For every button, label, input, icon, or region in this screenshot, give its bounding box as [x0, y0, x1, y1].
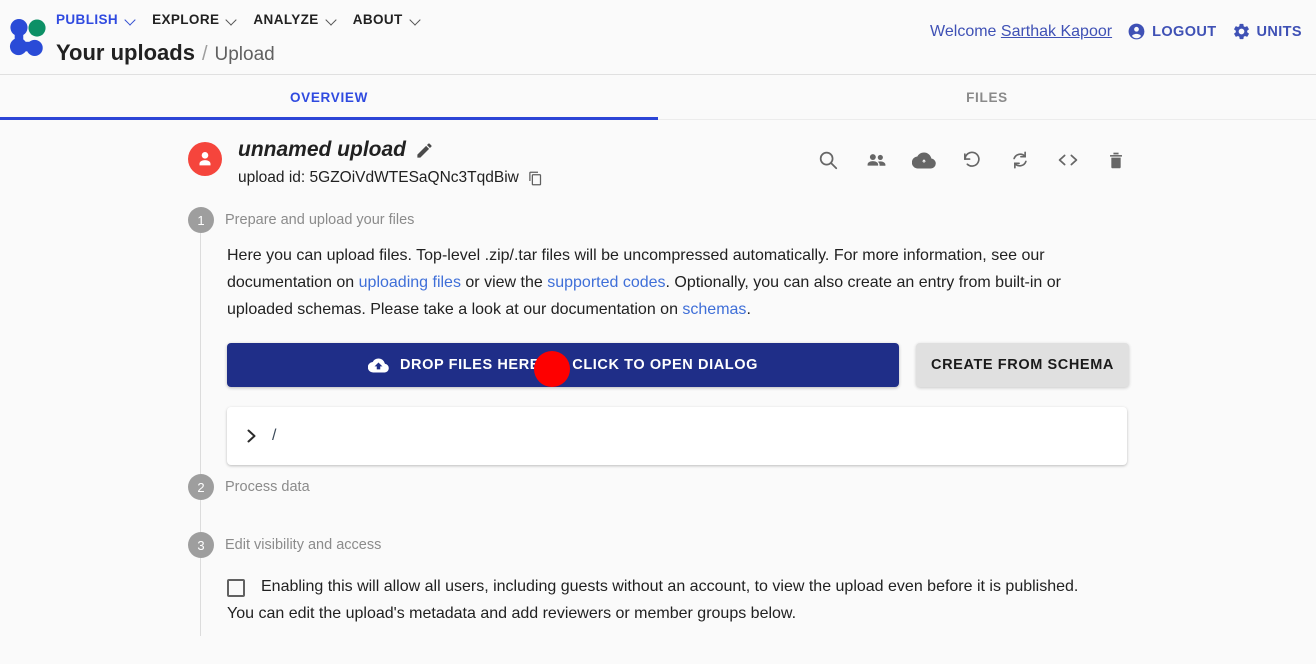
create-from-schema-button[interactable]: CREATE FROM SCHEMA	[916, 343, 1129, 387]
step-3-extra-text: You can edit the upload's metadata and a…	[227, 605, 797, 622]
step-2-label: Process data	[225, 479, 310, 495]
delete-icon[interactable]	[1104, 148, 1128, 172]
link-supported-codes[interactable]: supported codes	[547, 274, 665, 291]
menu-item-about[interactable]: ABOUT	[353, 11, 437, 29]
logo-container[interactable]	[0, 0, 56, 75]
step-3-head: 3 Edit visibility and access	[188, 532, 1128, 558]
chevron-down-icon	[323, 11, 341, 29]
breadcrumb-your-uploads[interactable]: Your uploads	[56, 40, 195, 66]
embargo-checkbox[interactable]	[227, 579, 245, 597]
clipboard-copy-icon[interactable]	[528, 171, 543, 186]
welcome-text: Welcome Sarthak Kapoor	[930, 23, 1112, 41]
header-right: Welcome Sarthak Kapoor LOGOUT UNITS	[930, 0, 1316, 41]
main-menu: PUBLISH EXPLORE ANALYZE ABOUT	[56, 7, 930, 32]
page-content: unnamed upload upload id: 5GZOiVdWTESaQN…	[0, 120, 1316, 664]
step-3: 3 Edit visibility and access Enabling th…	[188, 532, 1128, 636]
logout-button[interactable]: LOGOUT	[1127, 22, 1216, 41]
tab-overview-label: OVERVIEW	[289, 89, 369, 105]
step-2-number: 2	[188, 474, 214, 500]
units-label: UNITS	[1256, 23, 1302, 40]
step-3-number: 3	[188, 532, 214, 558]
menu-label-about: ABOUT	[352, 12, 403, 27]
user-name-link[interactable]: Sarthak Kapoor	[1001, 23, 1112, 40]
drop-files-button[interactable]: DROP FILES HERE OR CLICK TO OPEN DIALOG	[227, 343, 899, 387]
desc-part-2: or view the	[460, 274, 548, 291]
chevron-down-icon	[223, 11, 241, 29]
app-root: PUBLISH EXPLORE ANALYZE ABOUT Your uploa	[0, 0, 1316, 664]
chevron-down-icon	[407, 11, 425, 29]
step-3-body: Enabling this will allow all users, incl…	[200, 558, 1128, 636]
cloud-download-icon[interactable]	[912, 148, 936, 172]
step-1-label: Prepare and upload your files	[225, 212, 415, 228]
chevron-right-icon[interactable]	[245, 428, 258, 444]
upload-button-row: DROP FILES HERE OR CLICK TO OPEN DIALOG …	[227, 343, 1129, 387]
upload-stepper: 1 Prepare and upload your files Here you…	[188, 207, 1129, 636]
menu-label-publish: PUBLISH	[56, 12, 119, 27]
file-browser-card: /	[227, 407, 1127, 465]
menu-label-analyze: ANALYZE	[253, 12, 319, 27]
root-path-label[interactable]: /	[272, 427, 276, 445]
desc-part-4: .	[746, 301, 751, 318]
menu-item-publish[interactable]: PUBLISH	[56, 11, 152, 29]
cloud-upload-icon	[367, 358, 389, 373]
step-1-head: 1 Prepare and upload your files	[188, 207, 1128, 233]
app-header: PUBLISH EXPLORE ANALYZE ABOUT Your uploa	[0, 0, 1316, 75]
upload-id-line: upload id: 5GZOiVdWTESaQNc3TqdBiw	[238, 169, 816, 187]
units-button[interactable]: UNITS	[1232, 22, 1303, 41]
menu-item-explore[interactable]: EXPLORE	[152, 11, 253, 29]
tab-bar: OVERVIEW FILES	[0, 75, 1316, 120]
upload-id-text: upload id: 5GZOiVdWTESaQNc3TqdBiw	[238, 169, 519, 186]
search-icon[interactable]	[816, 148, 840, 172]
step-2: 2 Process data	[188, 474, 1128, 532]
content-inner: unnamed upload upload id: 5GZOiVdWTESaQN…	[188, 120, 1129, 636]
breadcrumb: Your uploads / Upload	[56, 40, 930, 66]
step-1: 1 Prepare and upload your files Here you…	[188, 207, 1129, 474]
step-3-label: Edit visibility and access	[225, 537, 382, 553]
step-1-description: Here you can upload files. Top-level .zi…	[227, 242, 1127, 323]
account-circle-icon	[1128, 23, 1145, 40]
upload-header-row: unnamed upload upload id: 5GZOiVdWTESaQN…	[188, 120, 1128, 187]
link-schemas[interactable]: schemas	[682, 301, 746, 318]
step-2-head: 2 Process data	[188, 474, 1128, 500]
create-from-schema-label: CREATE FROM SCHEMA	[931, 357, 1114, 373]
menu-label-explore: EXPLORE	[152, 12, 220, 27]
person-icon	[199, 152, 211, 166]
link-uploading-files[interactable]: uploading files	[359, 274, 461, 291]
breadcrumb-separator: /	[201, 43, 208, 65]
upload-titles: unnamed upload upload id: 5GZOiVdWTESaQN…	[238, 138, 816, 187]
gear-icon	[1233, 23, 1249, 40]
step-1-number: 1	[188, 207, 214, 233]
breadcrumb-upload: Upload	[214, 44, 275, 65]
nomad-logo-icon	[9, 18, 46, 56]
welcome-prefix: Welcome	[930, 22, 1001, 40]
header-left: PUBLISH EXPLORE ANALYZE ABOUT Your uploa	[56, 0, 930, 66]
tab-files[interactable]: FILES	[658, 75, 1316, 119]
tab-overview[interactable]: OVERVIEW	[0, 75, 658, 120]
members-icon[interactable]	[864, 148, 888, 172]
upload-title-line: unnamed upload	[238, 138, 816, 162]
avatar	[188, 142, 222, 176]
step-2-body	[200, 500, 1128, 532]
chevron-down-icon	[122, 11, 140, 29]
logout-label: LOGOUT	[1152, 23, 1217, 40]
tab-files-label: FILES	[966, 89, 1008, 105]
embargo-checkbox-label: Enabling this will allow all users, incl…	[261, 578, 1079, 595]
menu-item-analyze[interactable]: ANALYZE	[253, 11, 352, 29]
reprocess-icon[interactable]	[1008, 148, 1032, 172]
page-title: unnamed upload	[238, 138, 406, 161]
upload-actions	[816, 138, 1128, 172]
step-1-body: Here you can upload files. Top-level .zi…	[200, 233, 1129, 474]
history-icon[interactable]	[960, 148, 984, 172]
drop-files-label: DROP FILES HERE OR CLICK TO OPEN DIALOG	[399, 357, 758, 373]
edit-pencil-icon[interactable]	[415, 141, 434, 160]
visibility-checkbox-row: Enabling this will allow all users, incl…	[227, 567, 1128, 600]
code-icon[interactable]	[1056, 148, 1080, 172]
